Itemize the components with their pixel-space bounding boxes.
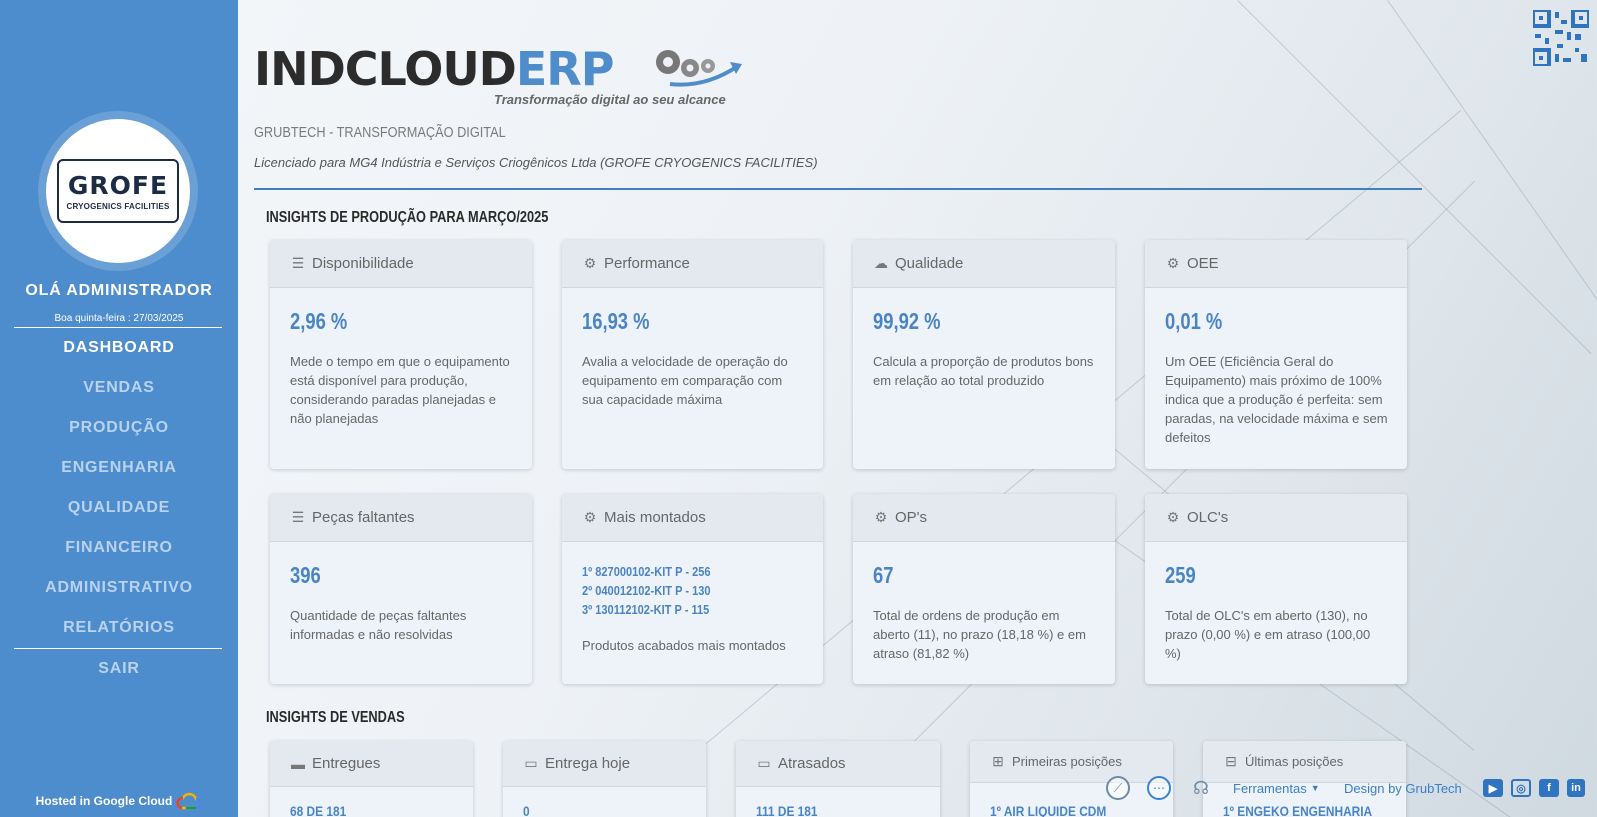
- card-description: Produtos acabados mais montados: [582, 638, 786, 653]
- divider: [14, 327, 222, 328]
- battery-full-icon: ▬: [291, 755, 305, 772]
- qr-code-icon[interactable]: [1533, 10, 1589, 66]
- nav-vendas[interactable]: VENDAS: [0, 379, 238, 397]
- card-description: Total de OLC's em aberto (130), no prazo…: [1165, 608, 1371, 661]
- card-ops[interactable]: ⚙ OP's 67 Total de ordens de produção em …: [853, 494, 1115, 684]
- card-primeiras-posicoes[interactable]: ⊞ Primeiras posições 1º AIR LIQUIDE CDM: [970, 741, 1173, 817]
- gears-icon: ⚙: [583, 255, 597, 271]
- card-value: 259: [1165, 562, 1196, 588]
- gear-icon: ⚙: [874, 509, 888, 525]
- sidebar: GROFE CRYOGENICS FACILITIES OLÁ ADMINIST…: [0, 0, 238, 817]
- gears-icon: ⚙: [583, 509, 597, 525]
- design-credit-link[interactable]: Design by GrubTech: [1344, 781, 1462, 796]
- card-value: 1º ENGEKO ENGENHARIA: [1223, 803, 1373, 817]
- greeting: OLÁ ADMINISTRADOR: [25, 282, 213, 299]
- sales-section-title: INSIGHTS DE VENDAS: [266, 709, 405, 726]
- hosted-badge: Hosted in Google Cloud: [0, 792, 238, 810]
- card-description: Mede o tempo em que o equipamento está d…: [290, 354, 510, 426]
- tools-dropdown[interactable]: Ferramentas: [1233, 781, 1307, 796]
- divider: [14, 648, 222, 649]
- header-divider: [254, 188, 1422, 190]
- minus-square-icon: ⊟: [1225, 753, 1237, 769]
- nav-dashboard[interactable]: DASHBOARD: [0, 339, 238, 357]
- card-description: Calcula a proporção de produtos bons em …: [873, 354, 1094, 388]
- card-value: 2,96 %: [290, 308, 348, 334]
- facebook-icon[interactable]: f: [1539, 779, 1559, 797]
- card-oee[interactable]: ⚙ OEE 0,01 % Um OEE (Eficiência Geral do …: [1145, 240, 1407, 469]
- nav-qualidade[interactable]: QUALIDADE: [0, 499, 238, 517]
- instagram-icon[interactable]: ◎: [1511, 779, 1531, 797]
- nav-relatorios[interactable]: RELATÓRIOS: [0, 619, 238, 637]
- top-products-list: 1º 827000102-KIT P - 256 2º 040012102-KI…: [582, 562, 711, 619]
- list-icon: ☰: [291, 255, 305, 271]
- card-value: 68 DE 181: [290, 803, 347, 817]
- card-performance[interactable]: ⚙ Performance 16,93 % Avalia a velocidade…: [562, 240, 823, 469]
- current-date: Boa quinta-feira : 27/03/2025: [54, 313, 184, 324]
- card-value: 1º AIR LIQUIDE CDM: [990, 803, 1107, 817]
- bottom-toolbar: ⟋: [1106, 776, 1130, 800]
- card-value: 16,93 %: [582, 308, 650, 334]
- battery-empty-icon: ▭: [757, 755, 771, 771]
- linkedin-icon[interactable]: in: [1567, 779, 1585, 797]
- card-value: 111 DE 181: [756, 803, 818, 817]
- grofe-logo: GROFE CRYOGENICS FACILITIES: [57, 159, 179, 223]
- card-disponibilidade[interactable]: ☰ Disponibilidade 2,96 % Mede o tempo em …: [270, 240, 532, 469]
- chart-icon[interactable]: ⟋: [1106, 776, 1130, 800]
- headset-icon[interactable]: ☊: [1189, 776, 1213, 800]
- card-mais-montados[interactable]: ⚙ Mais montados 1º 827000102-KIT P - 256 …: [562, 494, 823, 684]
- card-value: 0,01 %: [1165, 308, 1223, 334]
- more-icon[interactable]: ⋯: [1147, 776, 1171, 800]
- card-description: Quantidade de peças faltantes informadas…: [290, 608, 467, 642]
- list-item: 3º 130112102-KIT P - 115: [582, 602, 710, 617]
- card-olcs[interactable]: ⚙ OLC's 259 Total de OLC's em aberto (130…: [1145, 494, 1407, 684]
- card-entregues[interactable]: ▬ Entregues 68 DE 181: [270, 741, 473, 817]
- card-value: 396: [290, 562, 321, 588]
- gears-icon: ⚙: [1166, 509, 1180, 525]
- card-atrasados[interactable]: ▭ Atrasados 111 DE 181: [736, 741, 940, 817]
- list-icon: ☰: [291, 509, 305, 525]
- license-text: Licenciado para MG4 Indústria e Serviços…: [254, 155, 818, 170]
- list-item: 2º 040012102-KIT P - 130: [582, 583, 711, 598]
- nav-sair[interactable]: SAIR: [0, 660, 238, 678]
- gears-logo-icon: [656, 50, 742, 87]
- nav-administrativo[interactable]: ADMINISTRATIVO: [0, 579, 238, 597]
- card-value: 67: [873, 562, 894, 588]
- battery-half-icon: ▭: [524, 755, 538, 771]
- card-pecas-faltantes[interactable]: ☰ Peças faltantes 396 Quantidade de peças…: [270, 494, 532, 684]
- nav-producao[interactable]: PRODUÇÃO: [0, 419, 238, 437]
- card-value: 99,92 %: [873, 308, 941, 334]
- production-section-title: INSIGHTS DE PRODUÇÃO PARA MARÇO/2025: [266, 209, 549, 226]
- youtube-icon[interactable]: ▶: [1483, 779, 1503, 797]
- company-name: GRUBTECH - TRANSFORMAÇÃO DIGITAL: [254, 124, 506, 141]
- card-value: 0: [523, 803, 530, 817]
- nav-financeiro[interactable]: FINANCEIRO: [0, 539, 238, 557]
- plus-square-icon: ⊞: [992, 753, 1004, 769]
- cloud-icon: ☁: [874, 255, 888, 271]
- brand-tagline: Transformação digital ao seu alcance: [494, 92, 726, 107]
- card-entrega-hoje[interactable]: ▭ Entrega hoje 0: [503, 741, 706, 817]
- company-avatar: GROFE CRYOGENICS FACILITIES: [38, 111, 198, 271]
- app-logo: INDCLOUDERP: [254, 42, 614, 96]
- card-description: Total de ordens de produção em aberto (1…: [873, 608, 1086, 661]
- card-description: Um OEE (Eficiência Geral do Equipamento)…: [1165, 354, 1388, 445]
- card-qualidade[interactable]: ☁ Qualidade 99,92 % Calcula a proporção d…: [853, 240, 1115, 469]
- nav-engenharia[interactable]: ENGENHARIA: [0, 459, 238, 477]
- chevron-down-icon: ▼: [1310, 783, 1320, 793]
- google-cloud-icon: [176, 792, 203, 810]
- list-item: 1º 827000102-KIT P - 256: [582, 564, 711, 579]
- gear-icon: ⚙: [1166, 255, 1180, 271]
- card-description: Avalia a velocidade de operação do equip…: [582, 354, 788, 407]
